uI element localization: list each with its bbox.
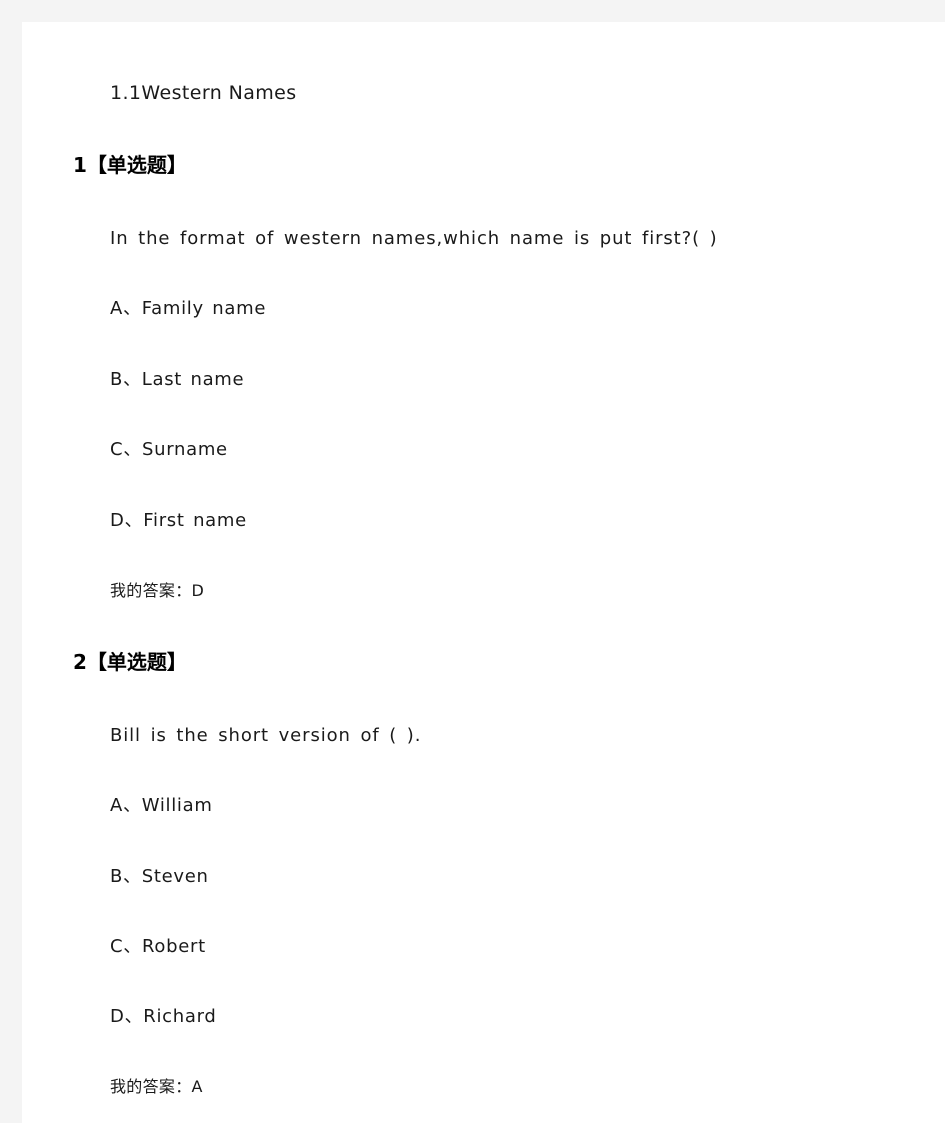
- section-title: 1.1Western Names: [110, 82, 297, 104]
- question-1-choice-b[interactable]: B、Last name: [110, 367, 244, 393]
- question-2-my-answer: 我的答案：A: [110, 1077, 203, 1096]
- document-page: 1.1Western Names 1【单选题】 In the format of…: [22, 22, 945, 1123]
- page-frame: 1.1Western Names 1【单选题】 In the format of…: [0, 0, 945, 1123]
- question-2-choice-b[interactable]: B、Steven: [110, 864, 209, 890]
- question-1-choice-c[interactable]: C、Surname: [110, 437, 228, 463]
- question-header-2: 2【单选题】: [73, 650, 187, 674]
- document-body: 1.1Western Names 1【单选题】 In the format of…: [22, 22, 945, 1123]
- question-stem-2: Bill is the short version of ( ).: [110, 725, 422, 746]
- question-stem-1: In the format of western names,which nam…: [110, 228, 718, 249]
- question-1-my-answer: 我的答案：D: [110, 581, 205, 600]
- question-header-1: 1【单选题】: [73, 153, 187, 177]
- question-2-choice-d[interactable]: D、Richard: [110, 1004, 217, 1030]
- question-2-choice-a[interactable]: A、William: [110, 793, 213, 819]
- question-1-choice-a[interactable]: A、Family name: [110, 296, 266, 322]
- question-2-choice-c[interactable]: C、Robert: [110, 934, 206, 960]
- question-1-choice-d[interactable]: D、First name: [110, 508, 247, 534]
